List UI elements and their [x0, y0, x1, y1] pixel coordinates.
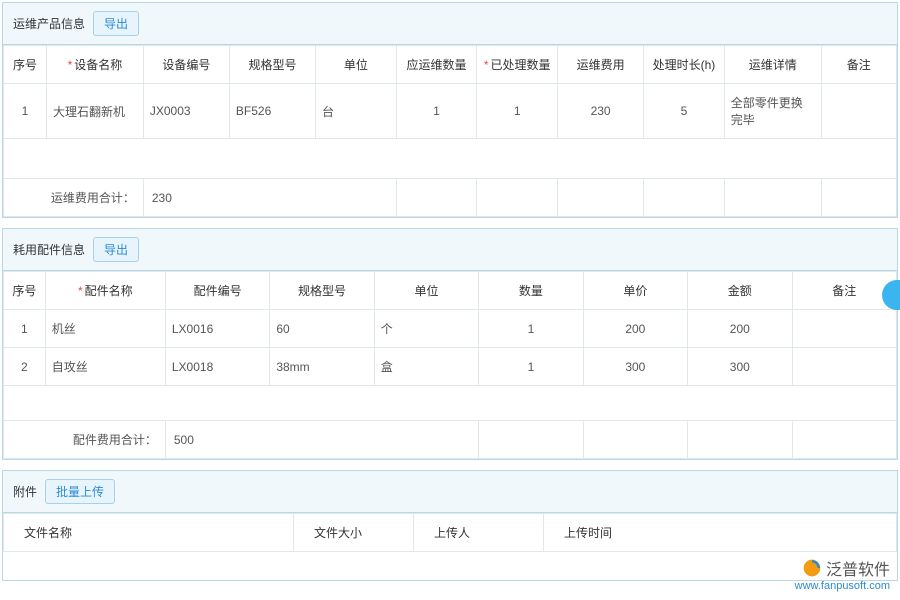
col-filename: 文件名称 — [4, 514, 294, 552]
cell-unit: 台 — [315, 84, 396, 139]
parts-title: 耗用配件信息 — [13, 241, 85, 258]
table-row[interactable]: 1 大理石翻新机 JX0003 BF526 台 1 1 230 5 全部零件更换… — [4, 84, 897, 139]
col-remark: 备注 — [821, 46, 896, 84]
parts-panel: 耗用配件信息 导出 序号 *配件名称 配件编号 规格型号 单位 数量 单价 金额… — [2, 228, 898, 460]
col-amount: 金额 — [688, 272, 792, 310]
cell-remark — [792, 348, 897, 386]
cell-amount: 300 — [688, 348, 792, 386]
cell-amount: 200 — [688, 310, 792, 348]
attachments-header: 附件 批量上传 — [3, 471, 897, 513]
cell-seq: 1 — [4, 84, 47, 139]
col-spec: 规格型号 — [229, 46, 315, 84]
col-unit: 单位 — [315, 46, 396, 84]
total-label: 运维费用合计： — [4, 179, 144, 217]
col-should-qty: 应运维数量 — [396, 46, 477, 84]
cell-done-qty: 1 — [477, 84, 558, 139]
cell-price: 300 — [583, 348, 687, 386]
cell-part-name: 机丝 — [45, 310, 165, 348]
cell-device-code: JX0003 — [143, 84, 229, 139]
total-value: 230 — [143, 179, 396, 217]
col-done-qty: *已处理数量 — [477, 46, 558, 84]
parts-export-button[interactable]: 导出 — [93, 237, 139, 262]
attachments-title: 附件 — [13, 483, 37, 500]
required-icon: * — [78, 284, 83, 298]
batch-upload-button[interactable]: 批量上传 — [45, 479, 115, 504]
total-value: 500 — [165, 421, 478, 459]
cell-qty: 1 — [479, 310, 583, 348]
parts-table: 序号 *配件名称 配件编号 规格型号 单位 数量 单价 金额 备注 1 机丝 L… — [3, 271, 897, 459]
cell-device-name: 大理石翻新机 — [47, 84, 144, 139]
col-device-name: *设备名称 — [47, 46, 144, 84]
col-upload-time: 上传时间 — [544, 514, 897, 552]
total-label: 配件费用合计： — [4, 421, 166, 459]
col-device-code: 设备编号 — [143, 46, 229, 84]
empty-row — [4, 386, 897, 421]
cell-remark — [821, 84, 896, 139]
parts-table-header: 序号 *配件名称 配件编号 规格型号 单位 数量 单价 金额 备注 — [4, 272, 897, 310]
col-part-name: *配件名称 — [45, 272, 165, 310]
table-row[interactable]: 1 机丝 LX0016 60 个 1 200 200 — [4, 310, 897, 348]
maintenance-export-button[interactable]: 导出 — [93, 11, 139, 36]
cell-price: 200 — [583, 310, 687, 348]
cell-unit: 个 — [374, 310, 478, 348]
cell-part-code: LX0016 — [165, 310, 269, 348]
cell-spec: BF526 — [229, 84, 315, 139]
watermark: 泛普软件 www.fanpusoft.com — [795, 556, 890, 592]
cell-detail: 全部零件更换完毕 — [724, 84, 821, 139]
required-icon: * — [68, 58, 73, 72]
col-seq: 序号 — [4, 46, 47, 84]
maintenance-table: 序号 *设备名称 设备编号 规格型号 单位 应运维数量 *已处理数量 运维费用 … — [3, 45, 897, 217]
cell-part-name: 自攻丝 — [45, 348, 165, 386]
parts-header: 耗用配件信息 导出 — [3, 229, 897, 271]
empty-row — [4, 139, 897, 179]
attachments-table: 文件名称 文件大小 上传人 上传时间 — [3, 513, 897, 580]
attachments-panel: 附件 批量上传 文件名称 文件大小 上传人 上传时间 — [2, 470, 898, 581]
col-size: 文件大小 — [294, 514, 414, 552]
col-price: 单价 — [583, 272, 687, 310]
empty-row — [4, 552, 897, 580]
required-icon: * — [484, 58, 489, 72]
logo-icon — [802, 558, 822, 578]
col-detail: 运维详情 — [724, 46, 821, 84]
cell-seq: 1 — [4, 310, 46, 348]
cell-spec: 38mm — [270, 348, 374, 386]
cell-seq: 2 — [4, 348, 46, 386]
col-hours: 处理时长(h) — [644, 46, 725, 84]
watermark-brand: 泛普软件 — [795, 556, 890, 580]
cell-should-qty: 1 — [396, 84, 477, 139]
cell-cost: 230 — [558, 84, 644, 139]
maintenance-header: 运维产品信息 导出 — [3, 3, 897, 45]
cell-remark — [792, 310, 897, 348]
col-unit: 单位 — [374, 272, 478, 310]
maintenance-panel: 运维产品信息 导出 序号 *设备名称 设备编号 规格型号 单位 应运维数量 *已… — [2, 2, 898, 218]
cell-unit: 盒 — [374, 348, 478, 386]
cell-spec: 60 — [270, 310, 374, 348]
table-row[interactable]: 2 自攻丝 LX0018 38mm 盒 1 300 300 — [4, 348, 897, 386]
cell-part-code: LX0018 — [165, 348, 269, 386]
col-part-code: 配件编号 — [165, 272, 269, 310]
cell-qty: 1 — [479, 348, 583, 386]
maintenance-title: 运维产品信息 — [13, 15, 85, 32]
cell-hours: 5 — [644, 84, 725, 139]
col-spec: 规格型号 — [270, 272, 374, 310]
col-cost: 运维费用 — [558, 46, 644, 84]
col-qty: 数量 — [479, 272, 583, 310]
maintenance-table-body: 1 大理石翻新机 JX0003 BF526 台 1 1 230 5 全部零件更换… — [4, 84, 897, 179]
parts-total-row: 配件费用合计： 500 — [4, 421, 897, 459]
col-uploader: 上传人 — [414, 514, 544, 552]
attachments-table-header: 文件名称 文件大小 上传人 上传时间 — [4, 514, 897, 552]
col-remark: 备注 — [792, 272, 897, 310]
attachments-table-body — [4, 552, 897, 580]
maintenance-total-row: 运维费用合计： 230 — [4, 179, 897, 217]
col-seq: 序号 — [4, 272, 46, 310]
watermark-url: www.fanpusoft.com — [795, 580, 890, 592]
maintenance-table-header: 序号 *设备名称 设备编号 规格型号 单位 应运维数量 *已处理数量 运维费用 … — [4, 46, 897, 84]
parts-table-body: 1 机丝 LX0016 60 个 1 200 200 2 自攻丝 LX0018 … — [4, 310, 897, 421]
